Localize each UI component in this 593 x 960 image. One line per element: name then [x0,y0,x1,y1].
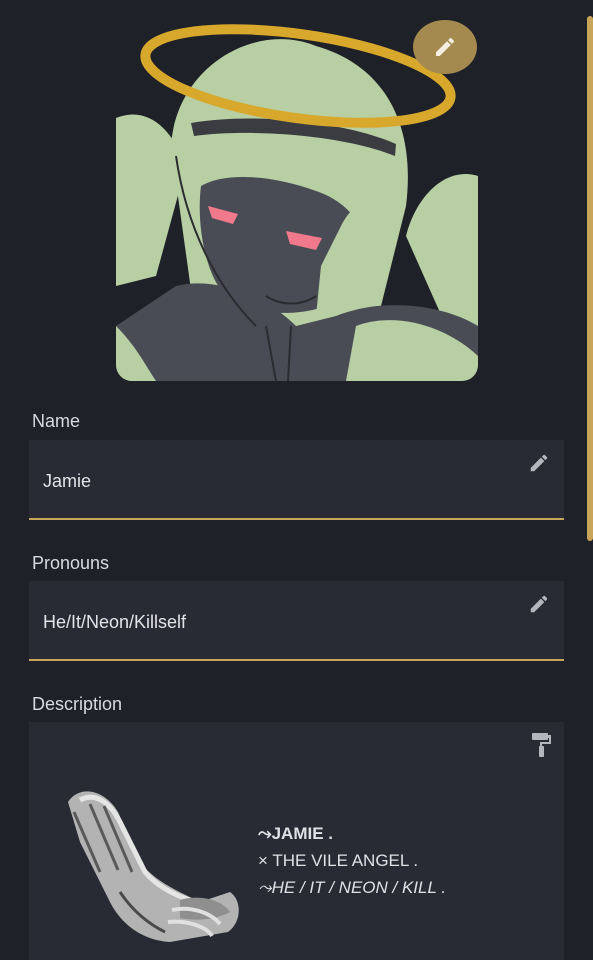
avatar-image [116,26,478,381]
pronouns-field[interactable]: He/It/Neon/Killself [29,581,564,661]
description-line-2: × THE VILE ANGEL . [258,851,419,870]
description-line-1: ⤳JAMIE . [258,824,334,843]
praying-hands-image [68,791,239,942]
description-label: Description [32,694,123,714]
pencil-icon [436,37,455,56]
pronouns-value[interactable]: He/It/Neon/Killself [43,612,186,633]
name-label: Name [32,411,81,431]
avatar[interactable] [116,26,478,381]
name-field[interactable]: Jamie [29,440,564,520]
edit-avatar-button[interactable] [413,20,477,74]
description-text[interactable]: ⤳JAMIE . × THE VILE ANGEL . ⤳HE / IT / N… [258,820,446,901]
pencil-icon[interactable] [528,593,550,615]
name-value[interactable]: Jamie [43,471,91,492]
description-line-3: ⤳HE / IT / NEON / KILL . [258,878,447,897]
pencil-icon[interactable] [528,452,550,474]
scrollbar-thumb[interactable] [587,16,593,541]
pronouns-label: Pronouns [32,553,110,573]
paint-roller-icon[interactable] [530,732,552,758]
